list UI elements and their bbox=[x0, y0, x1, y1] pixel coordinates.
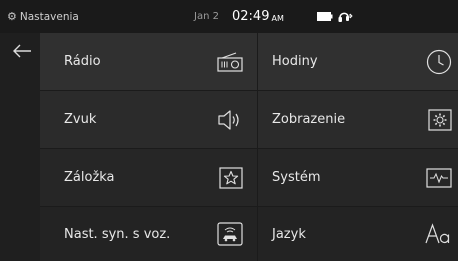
menu-item-radio[interactable]: Rádio bbox=[40, 33, 257, 90]
settings-menu-grid: Rádio Hodiny Zvuk Zobrazenie Záložka Sys… bbox=[40, 33, 458, 261]
bluetooth-headset-icon bbox=[337, 9, 353, 23]
display-settings-icon bbox=[428, 108, 452, 131]
menu-item-display[interactable]: Zobrazenie bbox=[258, 91, 458, 148]
clock-icon bbox=[426, 49, 452, 75]
menu-item-language[interactable]: Jazyk bbox=[258, 207, 458, 261]
status-icons bbox=[317, 9, 353, 23]
status-bar: ⚙ Nastavenia Jan 2 02:49 AM bbox=[0, 0, 458, 33]
status-title: Nastavenia bbox=[19, 10, 79, 23]
menu-item-label: Zvuk bbox=[64, 112, 97, 127]
menu-item-sound[interactable]: Zvuk bbox=[40, 91, 257, 148]
menu-item-label: Jazyk bbox=[272, 226, 306, 242]
status-time: 02:49 bbox=[232, 9, 270, 24]
back-arrow-icon bbox=[12, 44, 32, 58]
menu-item-label: Zobrazenie bbox=[272, 112, 346, 127]
status-clock: 02:49 AM bbox=[232, 0, 284, 33]
system-monitor-icon bbox=[426, 167, 452, 188]
speaker-icon bbox=[217, 109, 243, 131]
menu-item-label: Hodiny bbox=[272, 54, 318, 69]
status-title-group: ⚙ Nastavenia bbox=[7, 0, 79, 33]
settings-icon: ⚙ bbox=[7, 10, 17, 23]
language-icon bbox=[424, 223, 452, 245]
menu-item-label: Systém bbox=[272, 170, 321, 185]
menu-item-label: Nast. syn. s voz. bbox=[64, 226, 171, 242]
menu-item-vehicle-sync[interactable]: Nast. syn. s voz. bbox=[40, 207, 257, 261]
menu-item-bookmark[interactable]: Záložka bbox=[40, 149, 257, 206]
star-bookmark-icon bbox=[219, 166, 243, 189]
left-nav-column bbox=[0, 33, 40, 261]
menu-item-label: Záložka bbox=[64, 170, 115, 185]
radio-icon bbox=[217, 51, 243, 72]
vehicle-sync-icon bbox=[217, 222, 243, 246]
status-ampm: AM bbox=[271, 13, 284, 23]
back-button[interactable] bbox=[10, 41, 34, 61]
menu-item-system[interactable]: Systém bbox=[258, 149, 458, 206]
menu-item-clock[interactable]: Hodiny bbox=[258, 33, 458, 90]
battery-icon bbox=[317, 11, 333, 21]
menu-item-label: Rádio bbox=[64, 54, 101, 69]
status-date: Jan 2 bbox=[194, 11, 219, 22]
